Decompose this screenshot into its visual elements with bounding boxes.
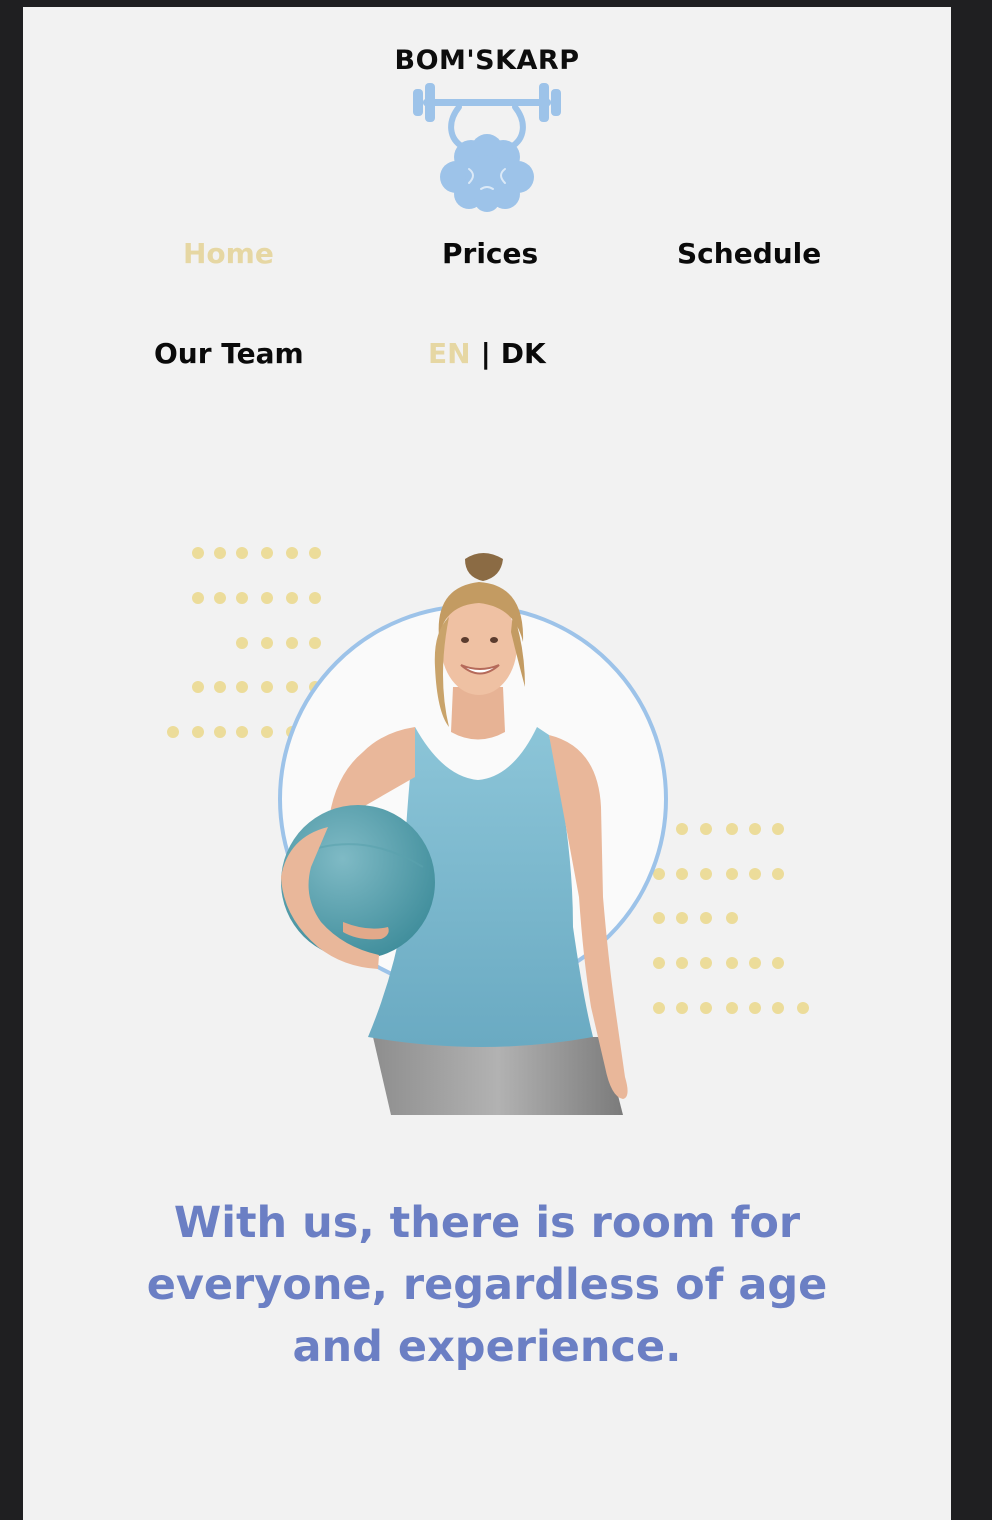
barbell-brain-icon[interactable] [411,77,563,217]
nav-schedule[interactable]: Schedule [677,237,821,270]
hero-tagline: With us, there is room for everyone, reg… [146,1198,828,1372]
page: BOM'SKARP Home Prices Schedule Our Team … [23,7,951,1520]
nav-home[interactable]: Home [183,237,274,270]
brand-name[interactable]: BOM'SKARP [23,45,951,76]
hero-image [167,547,809,1115]
lang-separator: | [480,337,491,370]
nav-our-team[interactable]: Our Team [154,337,304,370]
lang-en[interactable]: EN [428,337,471,370]
dot-pattern-right [653,823,809,1014]
nav-prices[interactable]: Prices [442,237,538,270]
lang-dk[interactable]: DK [501,337,546,370]
language-switcher: EN | DK [428,337,546,370]
dot-pattern-left [167,547,321,738]
